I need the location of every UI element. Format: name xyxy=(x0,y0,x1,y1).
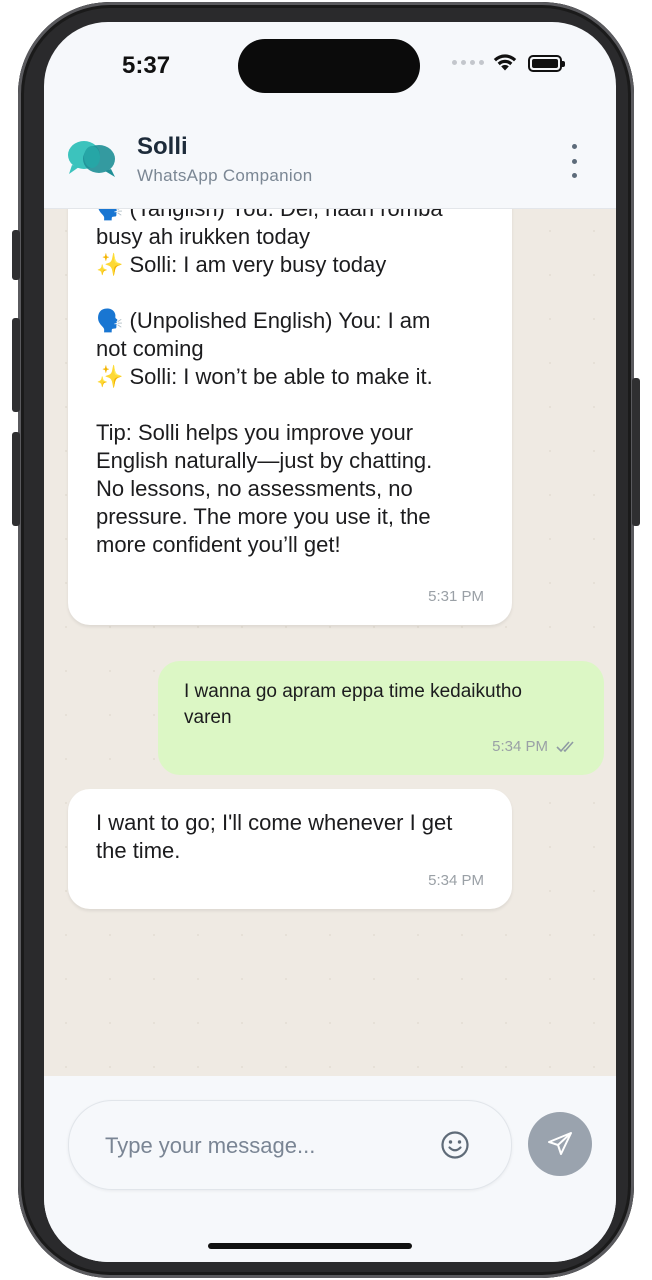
home-indicator[interactable] xyxy=(208,1243,412,1249)
message-input-container[interactable] xyxy=(68,1100,512,1190)
composer-bar xyxy=(44,1076,616,1262)
double-check-icon xyxy=(556,741,574,753)
message-input[interactable] xyxy=(103,1125,417,1167)
message-time: 5:34 PM xyxy=(428,872,484,889)
volume-up-button xyxy=(12,318,20,412)
battery-icon xyxy=(528,55,565,72)
send-button[interactable] xyxy=(528,1112,592,1176)
chat-header: Solli WhatsApp Companion xyxy=(44,112,616,209)
message-time: 5:31 PM xyxy=(428,588,484,605)
cellular-signal-icon xyxy=(452,60,484,65)
message-bubble-incoming: 🗣️ (Tanglish) You: Dei, naan romba busy … xyxy=(68,209,512,625)
emoji-icon[interactable] xyxy=(439,1129,471,1161)
screen: 5:37 Solli WhatsApp Companion busy ah ir… xyxy=(44,22,616,1262)
contact-subtitle: WhatsApp Companion xyxy=(137,166,313,185)
status-bar: 5:37 xyxy=(44,22,616,112)
power-button xyxy=(632,378,640,526)
message-text: I wanna go apram eppa time kedaikutho va… xyxy=(184,681,522,728)
message-time: 5:34 PM xyxy=(492,738,548,755)
message-text-partial: 🗣️ (Tanglish) You: Dei, naan romba xyxy=(96,209,506,223)
status-time: 5:37 xyxy=(122,52,171,79)
message-bubble-outgoing: I wanna go apram eppa time kedaikutho va… xyxy=(158,661,604,775)
chat-bubbles-logo-icon xyxy=(68,141,115,177)
chat-messages[interactable]: 🗣️ (Tanglish) You: Dei, naan romba busy … xyxy=(44,209,616,1076)
message-text: busy ah irukken today ✨ Solli: I am very… xyxy=(96,224,433,557)
action-button xyxy=(12,230,20,280)
send-icon xyxy=(548,1132,572,1155)
wifi-icon xyxy=(493,54,517,71)
dynamic-island xyxy=(238,39,420,93)
volume-down-button xyxy=(12,432,20,526)
contact-name: Solli xyxy=(137,133,188,160)
phone-device: 5:37 Solli WhatsApp Companion busy ah ir… xyxy=(12,0,640,1280)
more-options-icon[interactable] xyxy=(564,144,584,178)
message-bubble-incoming: I want to go; I'll come whenever I get t… xyxy=(68,789,512,909)
message-text: I want to go; I'll come whenever I get t… xyxy=(96,810,453,863)
